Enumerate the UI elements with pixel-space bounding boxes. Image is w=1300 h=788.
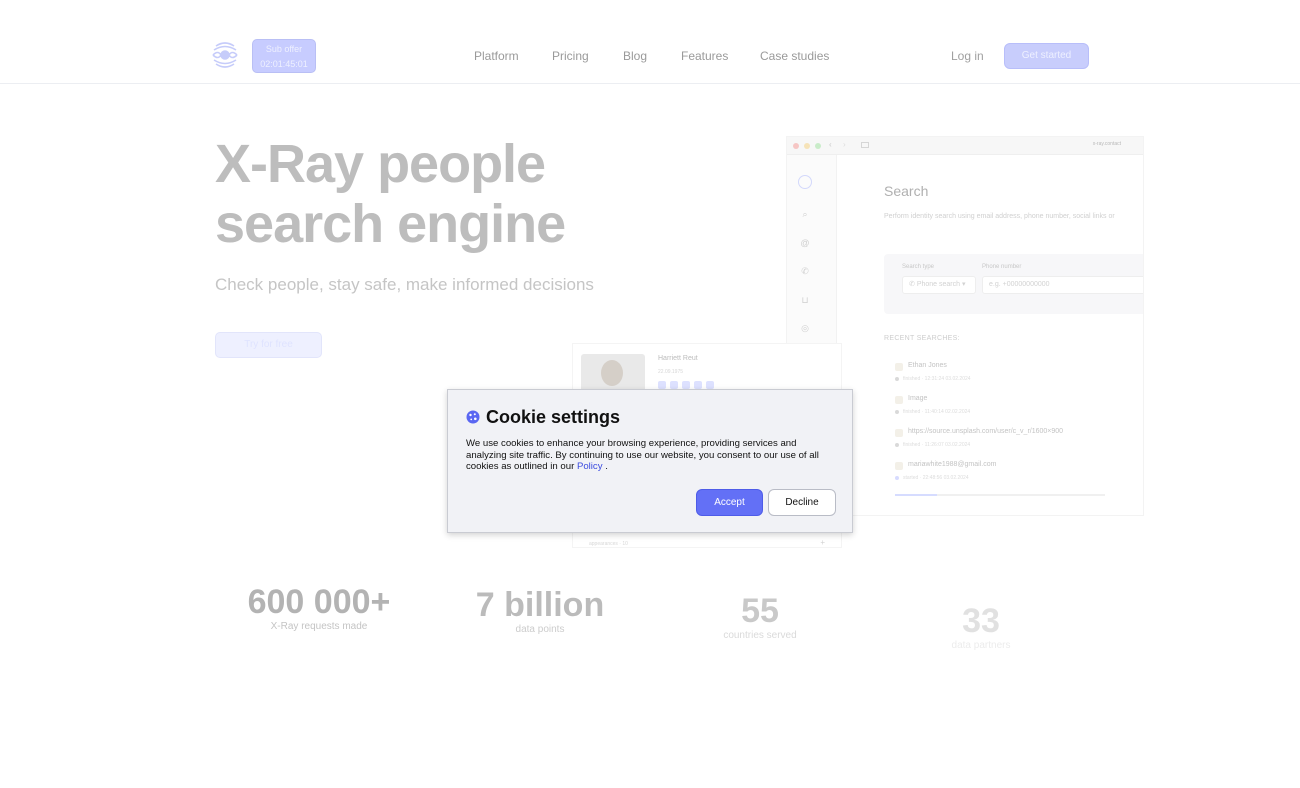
nav-features[interactable]: Features <box>681 49 728 63</box>
xray-logo-icon[interactable] <box>210 40 240 70</box>
status-dot <box>895 443 899 447</box>
login-link[interactable]: Log in <box>951 49 984 63</box>
mock-logo-icon <box>798 175 812 189</box>
stat-datapoints-label: data points <box>515 624 565 635</box>
hero-title: X-Ray people search engine <box>215 134 635 254</box>
mock-at-icon: @ <box>800 238 810 248</box>
recent-item-query: Image <box>908 395 928 402</box>
recent-searches-heading: RECENT SEARCHES: <box>884 335 960 342</box>
window-min-dot <box>804 143 810 149</box>
accept-cookies-button[interactable]: Accept <box>696 489 763 516</box>
stat-countries-value: 55 <box>741 592 779 630</box>
mock-phone-icon: ✆ <box>801 266 809 276</box>
recent-person-icon <box>895 363 903 371</box>
recent-item-query: Ethan Jones <box>908 362 947 369</box>
stat-countries-label: countries served <box>723 630 797 641</box>
hero-title-line-1: X-Ray people <box>215 134 546 194</box>
window-max-dot <box>815 143 821 149</box>
stat-datapoints-value: 7 billion <box>475 586 605 624</box>
recent-item-meta: finished · 12:31:24 03.02.2024 <box>903 376 971 382</box>
status-dot <box>895 410 899 414</box>
search-progress-bar <box>895 494 1105 496</box>
social-icon <box>658 381 666 389</box>
search-type-label: Search type <box>902 264 935 270</box>
site-header: Sub offer 02:01:45:01 Platform Pricing B… <box>0 0 1300 84</box>
stat-requests-label: X-Ray requests made <box>270 621 368 632</box>
profile-footer: appearances · 10 <box>589 541 628 547</box>
social-icon <box>706 381 714 389</box>
page: Sub offer 02:01:45:01 Platform Pricing B… <box>0 0 1300 788</box>
nav-case-studies[interactable]: Case studies <box>760 49 829 63</box>
status-dot <box>895 377 899 381</box>
plus-icon: + <box>820 538 825 547</box>
social-icon <box>670 381 678 389</box>
nav-platform[interactable]: Platform <box>474 49 519 63</box>
search-type-select: ✆ Phone search ▾ <box>902 276 976 294</box>
try-for-free-button[interactable]: Try for free <box>215 332 322 358</box>
stat-partners-value: 33 <box>962 602 1000 640</box>
stat-partners-label: data partners <box>951 640 1011 651</box>
search-progress-fill <box>895 494 937 496</box>
browser-bar: ‹ › x-ray.contact <box>787 137 1143 155</box>
nav-pricing[interactable]: Pricing <box>552 49 589 63</box>
cookie-icon <box>466 410 480 424</box>
profile-name: Harriett Reut <box>658 355 698 362</box>
recent-email-icon <box>895 462 903 470</box>
recent-item-meta: started · 22:48:56 03.02.2024 <box>903 475 969 481</box>
hero-title-line-2: search engine <box>215 194 566 254</box>
recent-item-query: https://source.unsplash.com/user/c_v_r/1… <box>908 428 1064 435</box>
window-close-dot <box>793 143 799 149</box>
profile-date: 22.09.1975 <box>658 369 684 375</box>
sub-offer-badge[interactable]: Sub offer 02:01:45:01 <box>252 39 316 73</box>
phone-number-label: Phone number <box>982 264 1022 270</box>
mock-search-box: Search type Phone number ✆ Phone search … <box>884 254 1143 314</box>
recent-link-icon <box>895 429 903 437</box>
sub-offer-label: Sub offer <box>265 44 303 54</box>
browser-url: x-ray.contact <box>1092 141 1121 147</box>
social-icon <box>694 381 702 389</box>
phone-number-input: e.g. +00000000000 <box>982 276 1143 294</box>
mock-search-icon: ⌕ <box>802 209 808 219</box>
recent-item-meta: finished · 11:26:07 03.02.2024 <box>903 442 971 448</box>
cookie-settings-dialog: Cookie settings We use cookies to enhanc… <box>447 389 853 533</box>
social-icon <box>682 381 690 389</box>
browser-back-icon: ‹ <box>829 140 832 149</box>
sub-offer-timer: 02:01:45:01 <box>260 59 308 69</box>
status-dot <box>895 476 899 480</box>
policy-link[interactable]: Policy <box>577 461 603 472</box>
cookie-body-text: We use cookies to enhance your browsing … <box>466 438 819 473</box>
mock-search-title: Search <box>884 183 929 199</box>
stat-requests-value: 600 000+ <box>247 583 391 621</box>
mock-location-icon: ◎ <box>801 323 809 333</box>
mock-cart-icon: ⊔ <box>801 295 809 305</box>
hero-subtitle: Check people, stay safe, make informed d… <box>215 275 594 294</box>
cookie-body-end: . <box>605 461 608 473</box>
nav-blog[interactable]: Blog <box>623 49 647 63</box>
recent-item-meta: finished · 11:40:14 02.02.2024 <box>903 409 971 415</box>
cookie-dialog-text: We use cookies to enhance your browsing … <box>466 438 836 473</box>
recent-image-icon <box>895 396 903 404</box>
sidebar-toggle-icon <box>861 142 869 148</box>
cookie-dialog-title: Cookie settings <box>486 407 621 427</box>
browser-forward-icon: › <box>843 140 846 149</box>
mock-search-description: Perform identity search using email addr… <box>884 213 1115 220</box>
recent-item-query: mariawhite1988@gmail.com <box>908 461 997 468</box>
get-started-button[interactable]: Get started <box>1004 43 1089 69</box>
search-type-value: Phone search <box>916 281 961 288</box>
decline-cookies-button[interactable]: Decline <box>768 489 836 516</box>
